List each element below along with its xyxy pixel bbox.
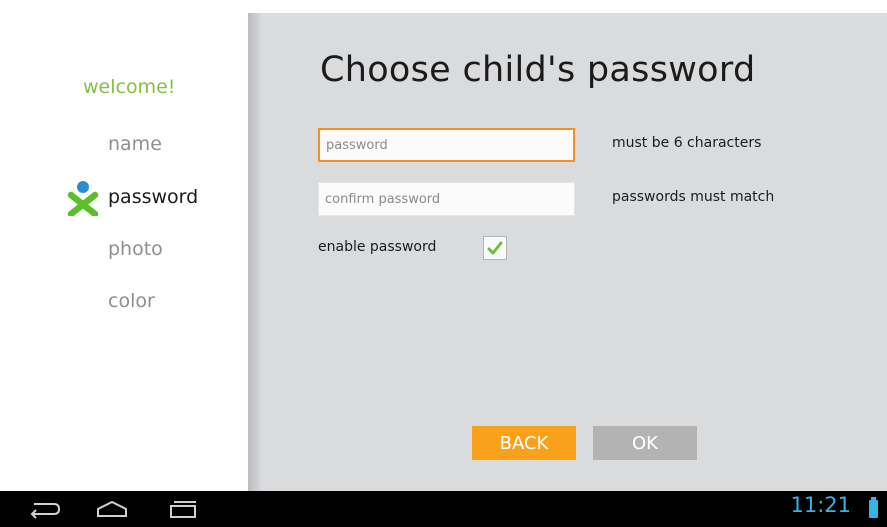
clock: 11:21	[790, 493, 851, 517]
confirm-password-hint: passwords must match	[612, 189, 775, 205]
sidebar-item-name[interactable]: name	[108, 133, 162, 155]
screen: welcome! name password photo color Choos…	[0, 0, 887, 491]
enable-password-checkbox[interactable]	[483, 236, 507, 260]
back-button[interactable]: BACK	[472, 426, 576, 460]
sidebar-divider	[248, 13, 262, 491]
xo-logo-icon	[67, 181, 99, 216]
confirm-password-input[interactable]	[318, 182, 575, 216]
page-title: Choose child's password	[320, 50, 756, 90]
sidebar-item-color[interactable]: color	[108, 290, 155, 312]
enable-password-label: enable password	[318, 239, 437, 255]
recents-nav-icon[interactable]	[167, 498, 201, 520]
checkmark-icon	[487, 241, 503, 255]
back-nav-icon[interactable]	[28, 498, 62, 520]
password-input[interactable]	[318, 128, 575, 162]
home-nav-icon[interactable]	[95, 498, 129, 520]
sidebar-item-photo[interactable]: photo	[108, 238, 163, 260]
system-nav-bar: 11:21	[0, 491, 887, 527]
frame-top	[0, 0, 887, 13]
ok-button[interactable]: OK	[593, 426, 697, 460]
sidebar-item-welcome[interactable]: welcome!	[83, 76, 175, 98]
sidebar-item-password[interactable]: password	[108, 186, 198, 208]
password-hint: must be 6 characters	[612, 135, 762, 151]
frame-left	[0, 0, 10, 491]
battery-icon	[869, 497, 878, 518]
